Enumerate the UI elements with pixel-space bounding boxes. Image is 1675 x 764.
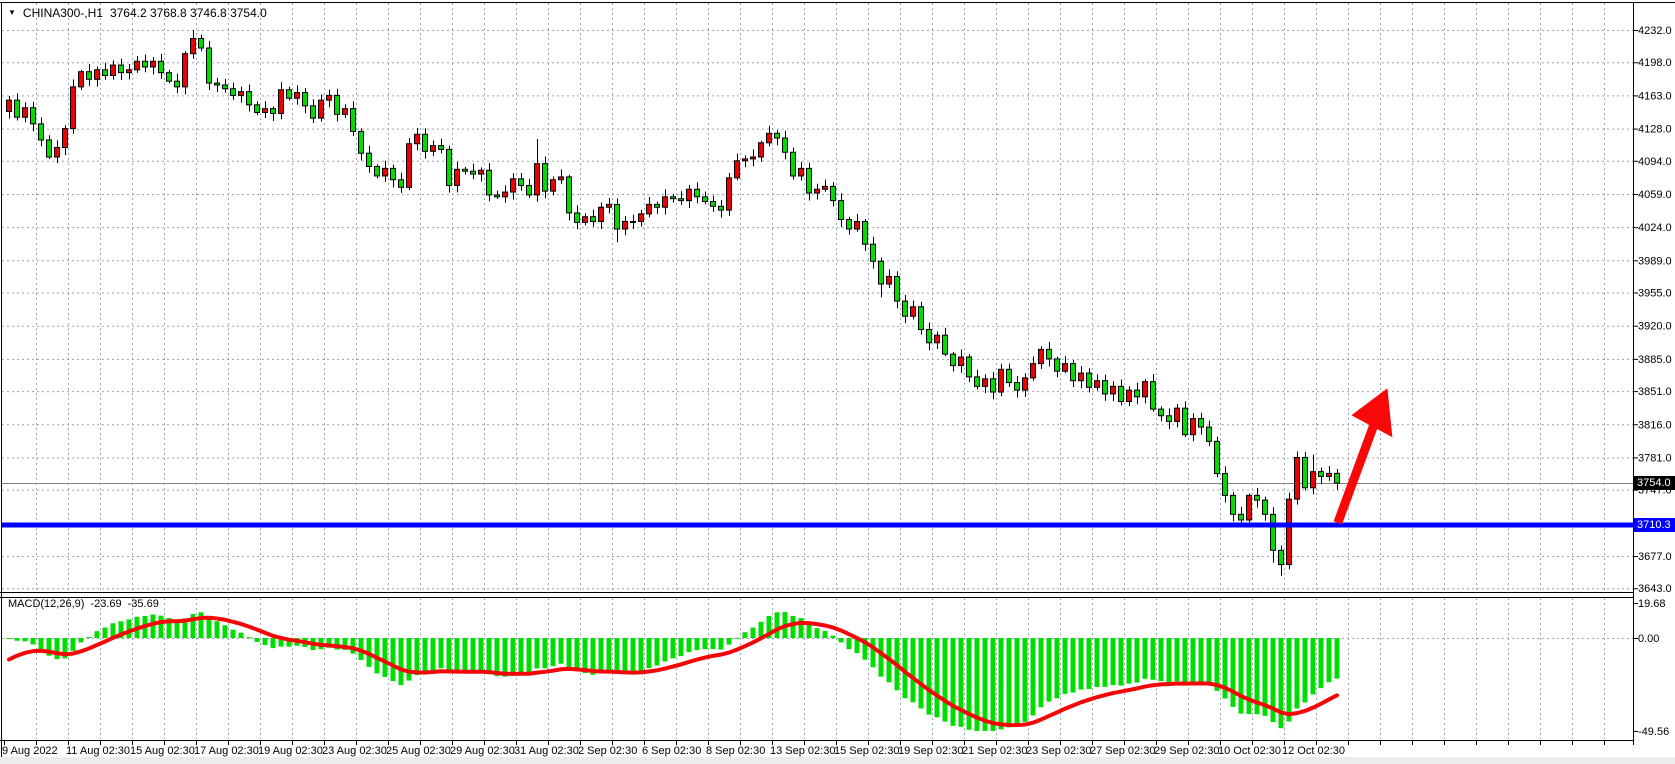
time-tick-label: 2 Sep 02:30	[578, 745, 637, 757]
title-ohlc-label: 3764.2 3768.8 3746.8 3754.0	[110, 6, 267, 20]
panel-borders	[0, 2, 1675, 757]
time-tick-label: 10 Oct 02:30	[1218, 745, 1281, 757]
price-tick-label: 3643.0	[1638, 583, 1672, 595]
time-tick-label: 8 Sep 02:30	[706, 745, 765, 757]
price-tick-label: 3885.0	[1638, 354, 1672, 366]
price-tick-label: 3955.0	[1638, 288, 1672, 300]
symbol-period-label: CHINA300-,H1	[23, 6, 103, 20]
price-axis: 4232.0 4198.0 4163.0 4128.0 4094.0 4059.0 4024…	[1633, 25, 1672, 595]
price-tick-label: 4163.0	[1638, 90, 1672, 102]
price-tick-label: 4024.0	[1638, 222, 1672, 234]
time-tick-label: 31 Aug 02:30	[514, 745, 579, 757]
hline-price-badge: 3710.3	[1634, 518, 1675, 532]
price-tick-label: 4232.0	[1638, 25, 1672, 37]
price-tick-label: 3816.0	[1638, 419, 1672, 431]
time-tick-label: 13 Sep 02:30	[770, 745, 835, 757]
price-tick-label: 4128.0	[1638, 124, 1672, 136]
time-tick-label: 15 Sep 02:30	[834, 745, 899, 757]
macd-tick-label: 0.00	[1638, 633, 1659, 645]
chart-title: ▼ CHINA300-,H1 3764.2 3768.8 3746.8 3754…	[8, 6, 267, 20]
price-tick-label: 4059.0	[1638, 189, 1672, 201]
time-tick-label: 19 Aug 02:30	[258, 745, 323, 757]
price-tick-label: 3677.0	[1638, 551, 1672, 563]
macd-axis: 19.68 0.00 -49.56	[1633, 598, 1669, 738]
time-tick-label: 27 Sep 02:30	[1090, 745, 1155, 757]
time-tick-label: 23 Aug 02:30	[322, 745, 387, 757]
price-tick-label: 3781.0	[1638, 452, 1672, 464]
time-tick-label: 25 Aug 02:30	[386, 745, 451, 757]
macd-name: MACD(12,26,9)	[8, 598, 84, 610]
chart-window: 4232.0 4198.0 4163.0 4128.0 4094.0 4059.0 4024…	[0, 0, 1675, 764]
time-tick-label: 12 Oct 02:30	[1282, 745, 1345, 757]
time-tick-label: 6 Sep 02:30	[642, 745, 701, 757]
chart-canvas[interactable]: 4232.0 4198.0 4163.0 4128.0 4094.0 4059.0 4024…	[0, 0, 1675, 764]
macd-tick-label: -49.56	[1638, 726, 1669, 738]
time-tick-label: 11 Aug 02:30	[66, 745, 130, 757]
time-tick-label: 29 Sep 02:30	[1154, 745, 1219, 757]
macd-indicator-label: MACD(12,26,9) -23.69 -35.69	[8, 598, 159, 610]
macd-main-value: -23.69	[90, 598, 121, 610]
macd-tick-label: 19.68	[1638, 598, 1666, 610]
time-tick-label: 21 Sep 02:30	[962, 745, 1027, 757]
time-tick-label: 15 Aug 02:30	[130, 745, 195, 757]
time-tick-label: 19 Sep 02:30	[898, 745, 963, 757]
current-price-badge: 3754.0	[1634, 476, 1675, 490]
trend-arrow[interactable]	[1338, 388, 1393, 523]
time-tick-label: 9 Aug 2022	[2, 745, 58, 757]
macd-signal-value: -35.69	[128, 598, 159, 610]
macd-histogram	[7, 612, 1340, 731]
price-tick-label: 3920.0	[1638, 321, 1672, 333]
time-tick-label: 23 Sep 02:30	[1026, 745, 1091, 757]
time-tick-label: 29 Aug 02:30	[450, 745, 515, 757]
price-tick-label: 3851.0	[1638, 386, 1672, 398]
price-tick-label: 3989.0	[1638, 255, 1672, 267]
candlestick-series	[7, 30, 1340, 576]
time-axis: 9 Aug 2022 11 Aug 02:3015 Aug 02:3017 Aug…	[2, 741, 1605, 757]
price-tick-label: 4094.0	[1638, 156, 1672, 168]
dropdown-arrow-icon[interactable]: ▼	[8, 8, 16, 18]
price-tick-label: 4198.0	[1638, 57, 1672, 69]
time-tick-label: 17 Aug 02:30	[194, 745, 259, 757]
